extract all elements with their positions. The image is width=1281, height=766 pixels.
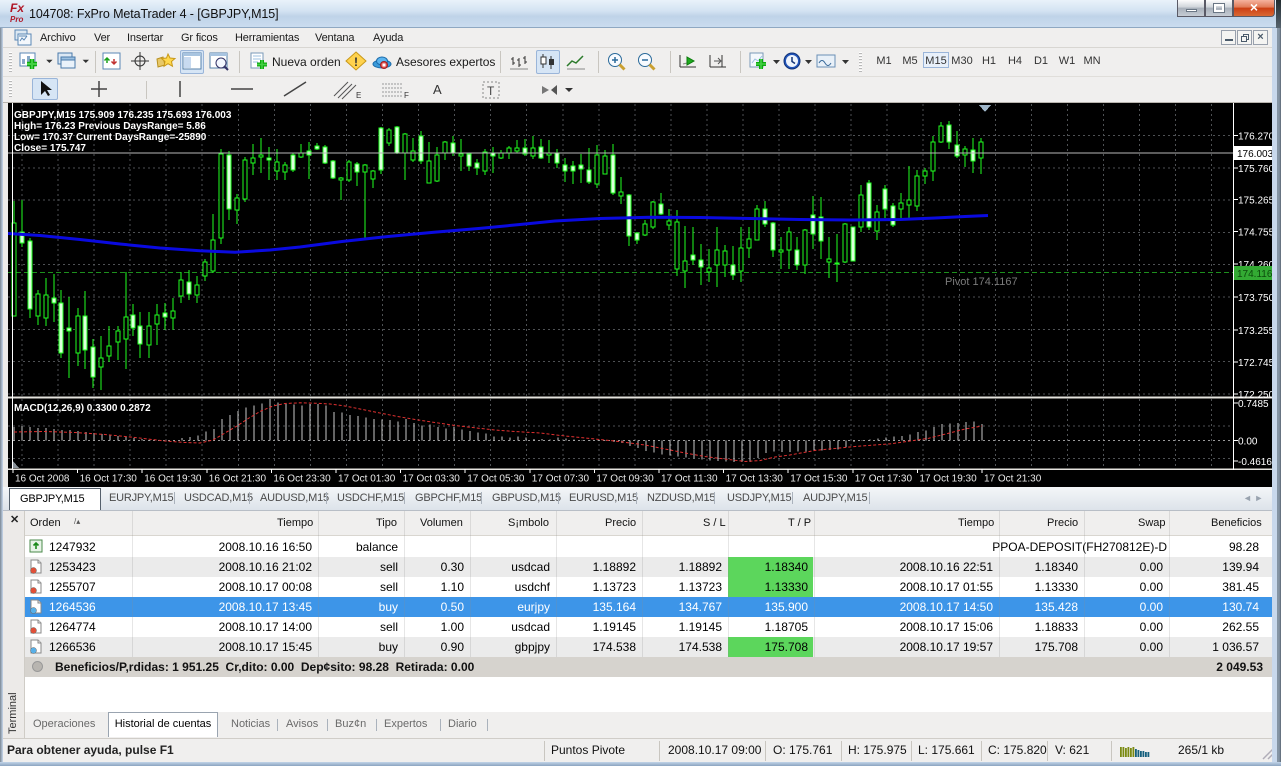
svg-text:0.00: 0.00 bbox=[1238, 437, 1258, 448]
svg-text:174.755: 174.755 bbox=[1238, 228, 1275, 239]
svg-text:16 Oct 21:30: 16 Oct 21:30 bbox=[209, 474, 267, 485]
svg-text:MACD(12,26,9) 0.3300 0.2872: MACD(12,26,9) 0.3300 0.2872 bbox=[14, 403, 151, 414]
svg-text:175.265: 175.265 bbox=[1238, 196, 1275, 207]
svg-text:175.760: 175.760 bbox=[1238, 164, 1275, 175]
svg-text:17 Oct 01:30: 17 Oct 01:30 bbox=[338, 474, 396, 485]
svg-text:Low= 170.37 Current DaysRange=: Low= 170.37 Current DaysRange=-25890 bbox=[14, 132, 207, 143]
svg-text:174.116: 174.116 bbox=[1237, 269, 1273, 280]
svg-text:GBPJPY,M15 175.909 176.235 17: GBPJPY,M15 175.909 176.235 175.693 176.0… bbox=[14, 110, 232, 121]
svg-text:T: T bbox=[487, 84, 495, 98]
svg-text:16 Oct 23:30: 16 Oct 23:30 bbox=[273, 474, 331, 485]
svg-text:17 Oct 11:30: 17 Oct 11:30 bbox=[661, 474, 718, 485]
svg-text:17 Oct 15:30: 17 Oct 15:30 bbox=[790, 474, 848, 485]
svg-text:E: E bbox=[356, 91, 361, 100]
svg-text:16 Oct 17:30: 16 Oct 17:30 bbox=[80, 474, 138, 485]
svg-text:!: ! bbox=[354, 55, 358, 69]
svg-text:17 Oct 05:30: 17 Oct 05:30 bbox=[467, 474, 525, 485]
svg-text:176.270: 176.270 bbox=[1238, 132, 1275, 143]
svg-text:Pivot 174.1167: Pivot 174.1167 bbox=[945, 276, 1018, 288]
svg-text:16 Oct 19:30: 16 Oct 19:30 bbox=[144, 474, 202, 485]
svg-text:176.003: 176.003 bbox=[1237, 149, 1274, 160]
svg-text:Close= 175.747: Close= 175.747 bbox=[14, 143, 86, 154]
svg-text:173.255: 173.255 bbox=[1238, 326, 1275, 337]
svg-text:17 Oct 09:30: 17 Oct 09:30 bbox=[596, 474, 654, 485]
svg-text:173.750: 173.750 bbox=[1238, 293, 1275, 304]
svg-text:F: F bbox=[404, 91, 409, 100]
svg-text:17 Oct 03:30: 17 Oct 03:30 bbox=[403, 474, 461, 485]
svg-text:172.745: 172.745 bbox=[1238, 358, 1275, 369]
svg-text:17 Oct 07:30: 17 Oct 07:30 bbox=[532, 474, 590, 485]
svg-text:High= 176.23 Previous DaysRang: High= 176.23 Previous DaysRange= 5.86 bbox=[14, 121, 206, 132]
svg-text:0.7485: 0.7485 bbox=[1238, 399, 1269, 410]
svg-text:17 Oct 13:30: 17 Oct 13:30 bbox=[726, 474, 784, 485]
svg-text:17 Oct 21:30: 17 Oct 21:30 bbox=[984, 474, 1042, 485]
svg-text:-0.4616: -0.4616 bbox=[1238, 457, 1272, 468]
svg-text:17 Oct 19:30: 17 Oct 19:30 bbox=[919, 474, 977, 485]
svg-text:16 Oct 2008: 16 Oct 2008 bbox=[15, 474, 70, 485]
svg-text:17 Oct 17:30: 17 Oct 17:30 bbox=[855, 474, 913, 485]
